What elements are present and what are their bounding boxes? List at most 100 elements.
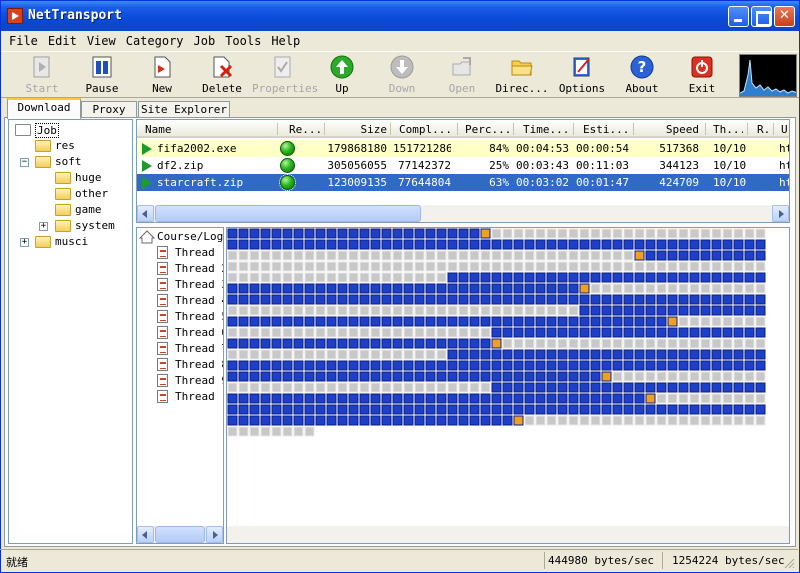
tab-site-explorer[interactable]: Site Explorer (138, 101, 230, 118)
block-hscrollbar[interactable] (227, 526, 789, 543)
about-button[interactable]: ? About (612, 54, 672, 96)
block-cell (678, 349, 689, 360)
block-cell (667, 404, 678, 415)
block-cell (436, 239, 447, 250)
resize-grip-icon[interactable] (783, 557, 795, 569)
scroll-thumb[interactable] (155, 205, 421, 222)
block-cell (502, 294, 513, 305)
category-tree[interactable]: Job res − soft huge other game + system … (8, 119, 133, 544)
maximize-button[interactable] (751, 6, 772, 27)
block-cell (458, 415, 469, 426)
menu-view[interactable]: View (82, 34, 121, 48)
col-size[interactable]: Size (331, 123, 388, 136)
menu-category[interactable]: Category (121, 34, 189, 48)
up-button[interactable]: Up (312, 54, 372, 96)
block-cell (359, 250, 370, 261)
block-cell (744, 349, 755, 360)
block-cell (271, 349, 282, 360)
block-cell (304, 338, 315, 349)
scroll-right-icon[interactable] (206, 526, 223, 543)
block-cell (755, 261, 766, 272)
col-completed[interactable]: Compl... (399, 123, 455, 136)
expand-icon[interactable]: + (20, 238, 29, 247)
block-cell (249, 250, 260, 261)
block-cell (414, 371, 425, 382)
col-percent[interactable]: Perc... (465, 123, 513, 136)
block-cell (634, 228, 645, 239)
thread-tree[interactable]: Course/Log Thread Thread 2 Thread 3 Thread … (136, 227, 224, 544)
block-cell (447, 228, 458, 239)
block-cell (293, 382, 304, 393)
minimize-button[interactable] (728, 6, 749, 27)
col-time[interactable]: Time... (523, 123, 571, 136)
block-cell (502, 250, 513, 261)
block-cell (733, 327, 744, 338)
job-list[interactable]: Name Re... Size Compl... Perc... Time...… (136, 119, 790, 223)
col-r[interactable]: R. (757, 123, 771, 136)
tab-proxy[interactable]: Proxy (81, 101, 137, 118)
menu-help[interactable]: Help (266, 34, 305, 48)
block-cell (370, 382, 381, 393)
block-cell (590, 239, 601, 250)
block-cell (700, 305, 711, 316)
start-button[interactable]: Start (12, 54, 72, 96)
block-cell (293, 404, 304, 415)
scroll-thumb[interactable] (155, 526, 205, 543)
block-cell (634, 382, 645, 393)
col-threads[interactable]: Th... (713, 123, 743, 136)
menu-edit[interactable]: Edit (43, 34, 82, 48)
block-cell (414, 283, 425, 294)
tab-download[interactable]: Download (7, 98, 81, 119)
block-cell (755, 283, 766, 294)
scroll-left-icon[interactable] (137, 205, 154, 222)
block-cell (667, 261, 678, 272)
block-cell (480, 316, 491, 327)
block-cell (282, 426, 293, 437)
block-cell (557, 382, 568, 393)
expand-icon[interactable]: + (39, 222, 48, 231)
block-cell (513, 239, 524, 250)
block-cell (491, 360, 502, 371)
delete-button[interactable]: Delete (192, 54, 252, 96)
close-button[interactable] (774, 6, 795, 27)
col-speed[interactable]: Speed (637, 123, 699, 136)
col-estimate[interactable]: Esti... (583, 123, 629, 136)
block-cell (447, 349, 458, 360)
block-cell (634, 415, 645, 426)
title-bar[interactable]: NetTransport (1, 1, 799, 31)
menu-file[interactable]: File (1, 34, 43, 48)
block-cell (414, 294, 425, 305)
directory-button[interactable]: Direc... (492, 54, 552, 96)
job-row[interactable]: fifa2002.exe 179868180 151721286 84% 00:… (137, 140, 789, 157)
block-cell (392, 404, 403, 415)
col-re[interactable]: Re... (289, 123, 325, 136)
block-cell (689, 382, 700, 393)
exit-button[interactable]: Exit (672, 54, 732, 96)
scroll-left-icon[interactable] (137, 526, 154, 543)
scroll-right-icon[interactable] (772, 205, 789, 222)
block-cell (403, 404, 414, 415)
block-cell (502, 404, 513, 415)
pause-button[interactable]: Pause (72, 54, 132, 96)
block-cell (326, 393, 337, 404)
collapse-icon[interactable]: − (20, 158, 29, 167)
col-name[interactable]: Name (145, 123, 245, 136)
menu-tools[interactable]: Tools (220, 34, 266, 48)
thread-hscrollbar[interactable] (137, 526, 223, 543)
new-button[interactable]: New (132, 54, 192, 96)
properties-button[interactable]: Properties (252, 54, 318, 96)
block-cell (458, 338, 469, 349)
block-cell (733, 360, 744, 371)
col-url[interactable]: U (781, 123, 789, 136)
menu-job[interactable]: Job (189, 34, 221, 48)
job-row[interactable]: df2.zip 305056055 77142372 25% 00:03:43 … (137, 157, 789, 174)
list-hscrollbar[interactable] (137, 205, 789, 222)
down-button[interactable]: Down (372, 54, 432, 96)
options-button[interactable]: Options (552, 54, 612, 96)
open-button[interactable]: Open (432, 54, 492, 96)
job-row[interactable]: starcraft.zip 123009135 77644804 63% 00:… (137, 174, 789, 191)
block-cell (568, 327, 579, 338)
block-cell (315, 382, 326, 393)
block-cell (480, 228, 491, 239)
block-cell (227, 283, 238, 294)
